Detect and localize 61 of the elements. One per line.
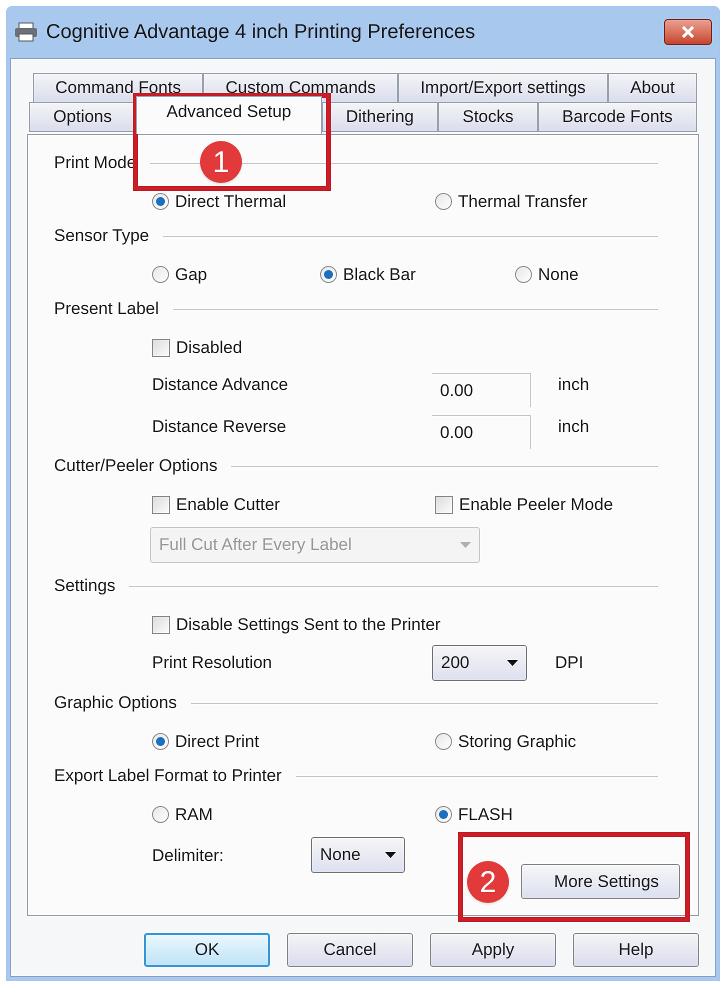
checkbox[interactable] xyxy=(152,616,170,634)
checkbox-label: Disable Settings Sent to the Printer xyxy=(176,614,441,636)
radio-button[interactable] xyxy=(152,193,169,210)
radio-label: FLASH xyxy=(458,804,513,826)
input-field[interactable]: 0.00 xyxy=(432,373,531,407)
checkbox[interactable] xyxy=(152,338,170,357)
dropdown[interactable]: None xyxy=(311,837,405,873)
checkbox-label: Enable Cutter xyxy=(176,494,280,516)
tab[interactable]: Barcode Fonts xyxy=(538,102,697,132)
checkbox[interactable] xyxy=(152,496,170,514)
unit-label: inch xyxy=(558,416,590,438)
caret-icon xyxy=(460,542,471,548)
tab[interactable]: Dithering xyxy=(322,102,438,132)
group-heading: Present Label xyxy=(54,298,159,320)
radio-button[interactable] xyxy=(320,266,337,284)
radio-button[interactable] xyxy=(435,806,452,824)
group-heading: Graphic Options xyxy=(54,692,177,714)
group-heading: Export Label Format to Printer xyxy=(54,765,282,788)
radio-button[interactable] xyxy=(435,733,452,750)
tab[interactable]: Advanced Setup xyxy=(136,96,322,134)
radio-label: Thermal Transfer xyxy=(458,191,588,213)
checkbox-label: Disabled xyxy=(176,337,242,359)
group-heading: Cutter/Peeler Options xyxy=(54,455,218,478)
more-settings-button[interactable]: More Settings xyxy=(521,864,680,899)
radio-label: Direct Thermal xyxy=(175,191,286,213)
dialog-button[interactable]: Apply xyxy=(430,933,556,967)
dialog-button[interactable]: OK xyxy=(144,933,270,967)
radio-button[interactable] xyxy=(152,266,169,284)
field-label: Print Resolution xyxy=(152,652,274,674)
dialog-button[interactable]: Cancel xyxy=(287,933,413,967)
checkbox[interactable] xyxy=(435,496,453,514)
radio-label: None xyxy=(538,264,579,286)
field-label: Delimiter: xyxy=(152,845,225,867)
input-field[interactable]: 0.00 xyxy=(432,415,531,449)
close-button[interactable] xyxy=(664,19,712,45)
radio-button[interactable] xyxy=(435,193,452,210)
caret-icon xyxy=(385,852,396,858)
dialog-button[interactable]: Help xyxy=(573,933,699,967)
radio-button[interactable] xyxy=(152,733,169,750)
radio-label: Direct Print xyxy=(175,731,260,753)
radio-label: Storing Graphic xyxy=(458,731,576,753)
dropdown[interactable]: 200 xyxy=(432,645,527,681)
group-heading: Settings xyxy=(54,575,116,598)
caret-icon xyxy=(507,660,518,666)
tab[interactable]: Import/Export settings xyxy=(398,73,608,103)
tab[interactable]: Stocks xyxy=(438,102,538,132)
unit-label: DPI xyxy=(555,652,584,674)
group-heading: Sensor Type xyxy=(54,225,150,248)
printer-icon xyxy=(14,22,38,42)
window-title: Cognitive Advantage 4 inch Printing Preferences xyxy=(46,20,476,45)
checkbox-label: Enable Peeler Mode xyxy=(459,494,614,516)
field-label: Distance Reverse xyxy=(152,416,288,438)
field-label: Distance Advance xyxy=(152,374,290,396)
radio-button[interactable] xyxy=(152,806,169,824)
tab[interactable]: About xyxy=(608,73,697,103)
radio-button[interactable] xyxy=(515,266,532,284)
radio-label: Black Bar xyxy=(343,264,416,286)
radio-label: Gap xyxy=(175,264,208,286)
radio-label: RAM xyxy=(175,804,213,826)
unit-label: inch xyxy=(558,374,590,396)
close-icon xyxy=(681,26,695,38)
